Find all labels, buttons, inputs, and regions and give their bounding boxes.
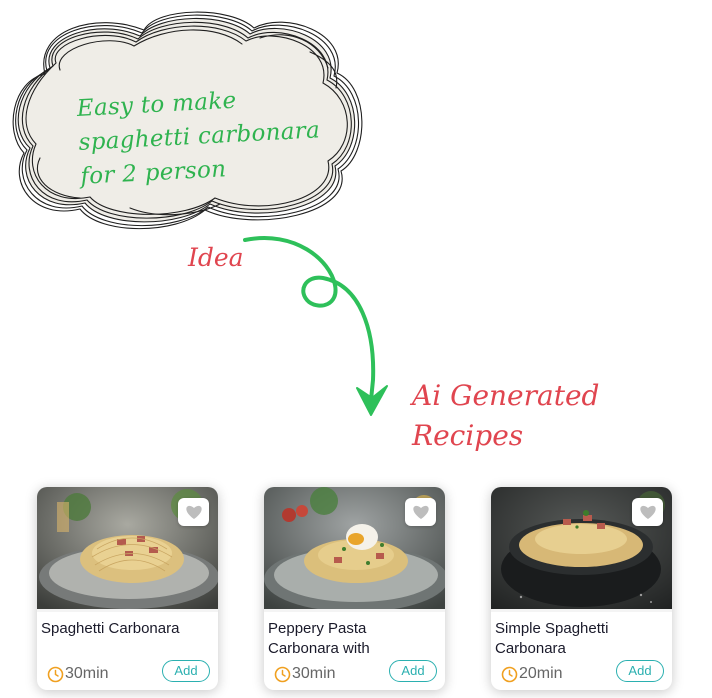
recipe-card[interactable]: Simple Spaghetti Carbonara 20min Add: [491, 487, 672, 690]
cook-time-value: 20min: [519, 665, 563, 682]
cook-time-value: 30min: [65, 665, 109, 682]
recipe-title: Simple Spaghetti Carbonara: [495, 620, 609, 657]
favorite-button[interactable]: [632, 498, 663, 526]
cook-time: 20min: [501, 665, 563, 683]
clock-icon: [47, 666, 64, 682]
favorite-button[interactable]: [405, 498, 436, 526]
idea-prompt-text: Easy to make spaghetti carbonara for 2 p…: [76, 78, 341, 193]
add-recipe-button[interactable]: Add: [162, 660, 210, 682]
heart-icon: [412, 505, 429, 519]
ai-generated-line-2: Recipes: [412, 419, 524, 452]
recipe-card[interactable]: Peppery Pasta Carbonara with 30min Add: [264, 487, 445, 690]
add-recipe-button[interactable]: Add: [616, 660, 664, 682]
curly-arrow-icon: [243, 236, 388, 416]
heart-icon: [639, 505, 656, 519]
clock-icon: [501, 666, 518, 682]
recipe-title: Peppery Pasta Carbonara with: [268, 620, 370, 657]
ai-generated-label: Ai Generated Recipes: [412, 376, 599, 456]
recipe-card[interactable]: Spaghetti Carbonara 30min Add: [37, 487, 218, 690]
recipe-title: Spaghetti Carbonara: [41, 620, 180, 637]
cook-time: 30min: [47, 665, 109, 683]
heart-icon: [185, 505, 202, 519]
cook-time-value: 30min: [292, 665, 336, 682]
add-recipe-button[interactable]: Add: [389, 660, 437, 682]
cook-time: 30min: [274, 665, 336, 683]
clock-icon: [274, 666, 291, 682]
ai-generated-line-1: Ai Generated: [412, 379, 600, 412]
favorite-button[interactable]: [178, 498, 209, 526]
